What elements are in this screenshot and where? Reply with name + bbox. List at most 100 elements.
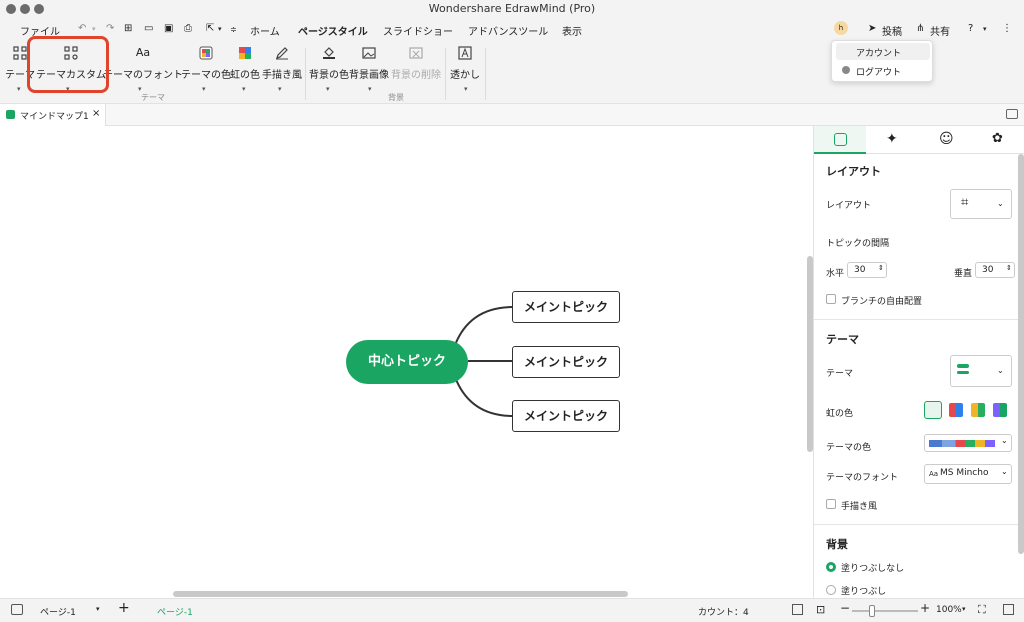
panel-scrollbar[interactable] — [1018, 154, 1024, 554]
theme-dropdown-icon[interactable]: ▾ — [17, 85, 21, 93]
color-palette-preview — [929, 440, 995, 447]
bg-image-dropdown-icon[interactable]: ▾ — [368, 85, 372, 93]
zoom-dropdown-icon[interactable]: ▾ — [962, 605, 966, 613]
avatar[interactable]: h — [834, 21, 848, 35]
hand-drawn-dropdown-icon[interactable]: ▾ — [278, 85, 282, 93]
undo-dropdown-icon[interactable]: ▾ — [92, 25, 96, 33]
theme-preview-icon — [957, 364, 969, 368]
account-dropdown: アカウント ログアウト — [831, 40, 933, 82]
ribbon-separator — [485, 48, 486, 100]
horizontal-scrollbar[interactable] — [173, 591, 628, 597]
rainbow-dropdown-icon[interactable]: ▾ — [242, 85, 246, 93]
more-options-icon[interactable]: ⋮ — [1002, 23, 1012, 34]
vertical-spacing-stepper[interactable]: 30 ⇕ — [975, 262, 1015, 278]
menu-page-style[interactable]: ページスタイル — [298, 23, 368, 38]
focus-icon[interactable]: ⊡ — [816, 603, 825, 616]
main-topic[interactable]: メイントピック — [512, 291, 620, 323]
document-tab[interactable]: マインドマップ1 × — [0, 104, 106, 126]
free-branch-checkbox[interactable] — [826, 294, 836, 304]
fill-radio[interactable] — [826, 585, 836, 595]
print-icon[interactable]: ⎙ — [184, 23, 192, 34]
menu-slideshow[interactable]: スライドショー — [383, 23, 453, 38]
theme-color-dropdown-icon[interactable]: ▾ — [202, 85, 206, 93]
horizontal-spacing-stepper[interactable]: 30 ⇕ — [847, 262, 887, 278]
rainbow-color-button[interactable]: 虹の色 — [230, 46, 260, 81]
ribbon-group-theme-label: テーマ — [141, 93, 165, 102]
theme-color-button[interactable]: テーマの色 — [181, 46, 231, 81]
main-topic[interactable]: メイントピック — [512, 400, 620, 432]
new-file-icon[interactable]: ⊞ — [124, 23, 132, 34]
zoom-level[interactable]: 100% — [936, 605, 962, 615]
theme-label: テーマ — [826, 369, 854, 379]
tab-sticker[interactable]: ☺ — [919, 126, 971, 154]
grid-icon — [13, 46, 27, 60]
menu-view[interactable]: 表示 — [562, 23, 582, 38]
main-topic[interactable]: メイントピック — [512, 346, 620, 378]
tab-icons[interactable]: ✿ — [972, 126, 1024, 154]
account-menu-item[interactable]: アカウント — [836, 43, 930, 60]
window-mode-icon[interactable] — [1003, 604, 1014, 615]
page-panel-icon[interactable] — [11, 604, 23, 615]
badge-icon: ✿ — [992, 131, 1003, 146]
stepper-icon[interactable]: ⇕ — [1006, 264, 1012, 272]
help-icon[interactable]: ? — [968, 23, 973, 34]
theme-font-select[interactable]: Aa MS Mincho ⌄ — [924, 464, 1012, 484]
bg-section-title: 背景 — [826, 538, 848, 551]
zoom-out-icon[interactable]: − — [840, 601, 850, 615]
stepper-icon[interactable]: ⇕ — [878, 264, 884, 272]
fullscreen-icon[interactable]: ⛶ — [978, 603, 986, 617]
zoom-slider-handle[interactable] — [869, 605, 875, 617]
bg-delete-button[interactable]: 背景の削除 — [391, 46, 441, 81]
watermark-icon — [458, 46, 472, 60]
rainbow-option-2[interactable] — [949, 403, 963, 417]
publish-button[interactable]: 投稿 — [882, 23, 902, 38]
share-button[interactable]: 共有 — [930, 23, 950, 38]
smiley-icon: ☺ — [939, 131, 954, 147]
tab-page-style[interactable] — [814, 126, 866, 154]
bg-color-button[interactable]: 背景の色 — [309, 46, 349, 81]
menu-advanced-tools[interactable]: アドバンスツール — [468, 23, 548, 38]
page-select[interactable]: ページ-1 ▾ — [34, 602, 108, 618]
hand-drawn-checkbox[interactable] — [826, 499, 836, 509]
add-page-icon[interactable]: + — [118, 600, 130, 616]
save-icon[interactable]: ▣ — [164, 23, 173, 34]
watermark-dropdown-icon[interactable]: ▾ — [464, 85, 468, 93]
toggle-panel-icon[interactable] — [1006, 109, 1018, 119]
font-icon: Aa — [929, 470, 939, 478]
zoom-in-icon[interactable]: + — [920, 601, 930, 615]
help-dropdown-icon[interactable]: ▾ — [983, 25, 987, 33]
mindmap-canvas[interactable]: 中心トピック メイントピック メイントピック メイントピック — [0, 126, 813, 598]
export-icon[interactable]: ⇱ — [206, 23, 214, 34]
bg-image-button[interactable]: 背景画像 — [349, 46, 389, 81]
export-dropdown-icon[interactable]: ▾ — [218, 25, 222, 33]
theme-color-select[interactable]: ⌄ — [924, 434, 1012, 452]
no-fill-radio[interactable] — [826, 562, 836, 572]
zoom-slider[interactable] — [852, 605, 918, 617]
rainbow-option-4[interactable] — [993, 403, 1007, 417]
fit-page-icon[interactable] — [792, 604, 803, 615]
close-tab-icon[interactable]: × — [92, 108, 100, 119]
logout-menu-item[interactable]: ログアウト — [836, 62, 930, 79]
customize-toolbar-icon[interactable]: ≑ — [230, 25, 237, 34]
rainbow-option-3[interactable] — [971, 403, 985, 417]
image-icon — [362, 47, 376, 59]
theme-select[interactable]: ⌄ — [950, 355, 1012, 387]
tab-ai[interactable]: ✦ — [866, 126, 918, 154]
central-topic[interactable]: 中心トピック — [346, 340, 468, 384]
page-select-value: ページ-1 — [40, 608, 76, 618]
bg-delete-label: 背景の削除 — [391, 70, 441, 81]
watermark-button[interactable]: 透かし — [450, 46, 480, 81]
layout-select[interactable]: ⌗ ⌄ — [950, 189, 1012, 219]
hand-drawn-button[interactable]: 手描き風 — [262, 46, 302, 81]
redo-icon[interactable]: ↷ — [106, 23, 114, 34]
page-style-icon — [834, 133, 847, 146]
share-icon: ⋔ — [916, 23, 925, 34]
rainbow-option-1[interactable] — [924, 401, 942, 419]
undo-icon[interactable]: ↶ — [78, 23, 86, 34]
open-folder-icon[interactable]: ▭ — [144, 23, 153, 34]
page-tab[interactable]: ページ-1 — [157, 605, 193, 618]
bg-color-dropdown-icon[interactable]: ▾ — [326, 85, 330, 93]
menu-home[interactable]: ホーム — [250, 23, 280, 38]
theme-font-button[interactable]: Aa テーマのフォント — [103, 46, 183, 81]
highlight-box — [27, 36, 109, 93]
